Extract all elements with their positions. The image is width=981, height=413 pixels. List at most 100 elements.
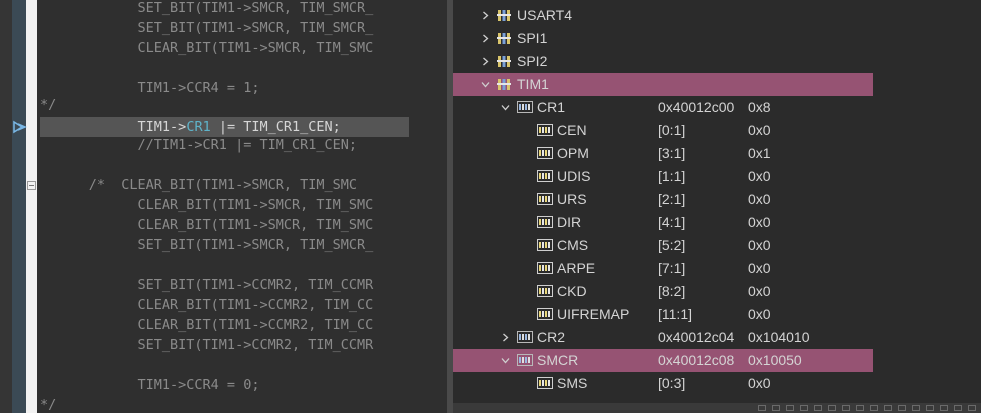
register-value[interactable]: 0x0 — [748, 211, 771, 234]
register-name: SMCR — [537, 352, 579, 368]
register-row-urs[interactable]: URS [2:1] 0x0 — [453, 188, 981, 211]
chevron-right-icon[interactable] — [481, 57, 490, 66]
register-row-cen[interactable]: CEN [0:1] 0x0 — [453, 119, 981, 142]
toolbar-button[interactable] — [926, 405, 934, 411]
code-line: */ — [40, 397, 57, 413]
code-editor[interactable]: SET_BIT(TIM1->SMCR, TIM_SMCR_ SET_BIT(TI… — [0, 0, 447, 413]
register-name: OPM — [557, 145, 589, 161]
register-row-opm[interactable]: OPM [3:1] 0x1 — [453, 142, 981, 165]
register-address: 0x40012c00 — [658, 99, 735, 115]
register-name: ARPE — [557, 260, 596, 276]
register-row-udis[interactable]: UDIS [1:1] 0x0 — [453, 165, 981, 188]
register-value[interactable]: 0x0 — [748, 257, 771, 280]
register-value[interactable]: 0x0 — [748, 188, 771, 211]
register-row-dir[interactable]: DIR [4:1] 0x0 — [453, 211, 981, 234]
register-row-smcr[interactable]: SMCR 0x40012c08 0x10050 — [453, 349, 873, 372]
code-line: CLEAR_BIT(TIM1->SMCR, TIM_SMC — [40, 197, 374, 213]
toolbar-button[interactable] — [800, 405, 808, 411]
toolbar-button[interactable] — [898, 405, 906, 411]
toolbar-button[interactable] — [884, 405, 892, 411]
code-line: CLEAR_BIT(TIM1->CCMR2, TIM_CC — [40, 317, 374, 333]
register-value[interactable]: 0x8 — [748, 96, 771, 119]
register-row-spi1[interactable]: SPI1 — [453, 27, 981, 50]
register-row-spi2[interactable]: SPI2 — [453, 50, 981, 73]
register-name: SMS — [557, 375, 588, 391]
toolbar-button[interactable] — [842, 405, 850, 411]
code-line: /* CLEAR_BIT(TIM1->SMCR, TIM_SMC — [40, 177, 357, 193]
register-address: 0x40012c04 — [658, 329, 735, 345]
chevron-down-icon[interactable] — [501, 356, 510, 365]
toolbar-button[interactable] — [828, 405, 836, 411]
toolbar-button[interactable] — [758, 405, 766, 411]
code-line: SET_BIT(TIM1->SMCR, TIM_SMCR_ — [40, 237, 374, 253]
register-value[interactable]: 0x0 — [748, 280, 771, 303]
register-row-cms[interactable]: CMS [5:2] 0x0 — [453, 234, 981, 257]
chevron-right-icon[interactable] — [481, 11, 490, 20]
register-row-sms[interactable]: SMS [0:3] 0x0 — [453, 372, 981, 395]
code-line: SET_BIT(TIM1->CCMR2, TIM_CCMR — [40, 277, 374, 293]
chevron-down-icon[interactable] — [501, 103, 510, 112]
toolbar-button[interactable] — [870, 405, 878, 411]
breakpoint-gutter[interactable] — [12, 0, 26, 413]
line-marker-gutter — [26, 0, 37, 413]
register-name: URS — [557, 191, 587, 207]
register-value[interactable]: 0x0 — [748, 234, 771, 257]
register-row-usart4[interactable]: USART4 — [453, 4, 981, 27]
register-name: CEN — [557, 122, 587, 138]
current-line[interactable]: TIM1->CR1 |= TIM_CR1_CEN; — [40, 117, 409, 137]
register-value[interactable]: 0x0 — [748, 119, 771, 142]
toolbar-button[interactable] — [940, 405, 948, 411]
peripheral-icon — [497, 10, 511, 21]
register-name: CR2 — [537, 329, 566, 345]
toolbar-button[interactable] — [968, 405, 976, 411]
field-icon — [537, 239, 553, 251]
register-address: [5:2] — [658, 237, 686, 253]
register-value[interactable]: 0x10050 — [748, 349, 802, 372]
register-row-uifremap[interactable]: UIFREMAP [11:1] 0x0 — [453, 303, 981, 326]
register-row-arpe[interactable]: ARPE [7:1] 0x0 — [453, 257, 981, 280]
register-address: 0x40012c08 — [658, 352, 735, 368]
chevron-right-icon[interactable] — [501, 333, 510, 342]
field-icon — [537, 147, 553, 159]
code-line: TIM1->CCR4 = 0; — [40, 377, 260, 393]
register-value[interactable]: 0x0 — [748, 165, 771, 188]
peripheral-icon — [497, 33, 511, 44]
registers-view[interactable]: USART4 SPI1 SPI2 TIM1 CR1 0x40012c00 0x8 CEN [0:… — [453, 0, 981, 413]
register-row-ckd[interactable]: CKD [8:2] 0x0 — [453, 280, 981, 303]
execution-pointer-icon — [13, 120, 27, 134]
code-line: SET_BIT(TIM1->CCMR2, TIM_CCMR — [40, 337, 374, 353]
active-line-keyword: CR1 — [186, 119, 211, 135]
code-line: */ — [40, 97, 57, 113]
register-name: CKD — [557, 283, 587, 299]
register-row-cr1[interactable]: CR1 0x40012c00 0x8 — [453, 96, 981, 119]
register-value[interactable]: 0x1 — [748, 142, 771, 165]
toolbar-button[interactable] — [772, 405, 780, 411]
peripheral-icon — [497, 56, 511, 67]
register-name: UIFREMAP — [557, 306, 630, 322]
register-address: [2:1] — [658, 191, 686, 207]
chevron-down-icon[interactable] — [481, 80, 490, 89]
toolbar-button[interactable] — [954, 405, 962, 411]
register-row-tim1[interactable]: TIM1 — [453, 73, 873, 96]
code-line: TIM1->CCR4 = 1; — [40, 80, 260, 96]
peripheral-icon — [497, 79, 511, 90]
code-line: SET_BIT(TIM1->SMCR, TIM_SMCR_ — [40, 20, 374, 36]
register-row-cr2[interactable]: CR2 0x40012c04 0x104010 — [453, 326, 981, 349]
toolbar-button[interactable] — [912, 405, 920, 411]
register-address: [0:3] — [658, 375, 686, 391]
field-icon — [537, 170, 553, 182]
register-address: [4:1] — [658, 214, 686, 230]
chevron-right-icon[interactable] — [481, 34, 490, 43]
register-value[interactable]: 0x0 — [748, 372, 771, 395]
field-icon — [537, 124, 553, 136]
register-name: USART4 — [517, 7, 572, 23]
register-value[interactable]: 0x104010 — [748, 326, 810, 349]
code-line: CLEAR_BIT(TIM1->SMCR, TIM_SMC — [40, 217, 374, 233]
toolbar-button[interactable] — [786, 405, 794, 411]
active-line-prefix: TIM1-> — [40, 119, 187, 135]
toolbar-button[interactable] — [814, 405, 822, 411]
register-value[interactable]: 0x0 — [748, 303, 771, 326]
register-icon — [517, 101, 533, 113]
toolbar-button[interactable] — [856, 405, 864, 411]
fold-collapse-icon[interactable] — [27, 181, 36, 190]
